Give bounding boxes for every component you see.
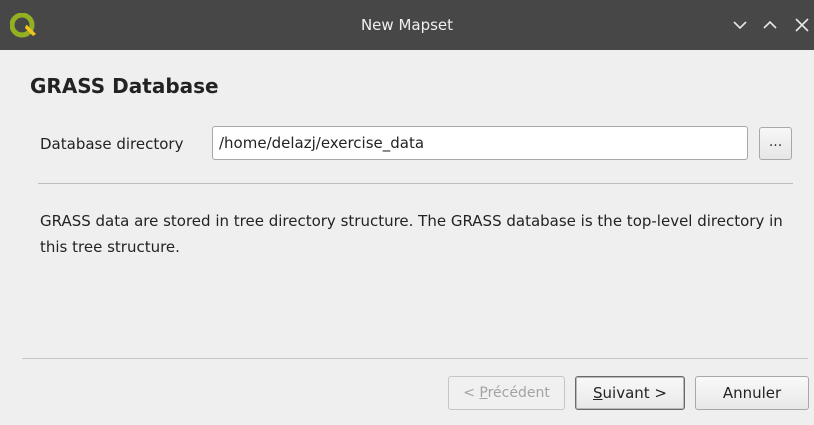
- title-bar: New Mapset: [0, 0, 814, 50]
- previous-button[interactable]: < Précédent: [448, 376, 565, 410]
- previous-mnemonic: P: [479, 385, 488, 401]
- divider: [22, 358, 808, 359]
- cancel-button[interactable]: Annuler: [695, 376, 809, 410]
- previous-prefix: <: [463, 385, 480, 401]
- next-label: uivant >: [602, 384, 667, 402]
- database-directory-label: Database directory: [40, 135, 184, 153]
- database-directory-input[interactable]: [212, 126, 748, 160]
- chevron-up-icon[interactable]: [760, 15, 780, 35]
- close-icon[interactable]: [792, 15, 812, 35]
- description-text: GRASS data are stored in tree directory …: [40, 212, 783, 256]
- window-title: New Mapset: [360, 16, 454, 34]
- chevron-down-icon[interactable]: [730, 15, 750, 35]
- page-title: GRASS Database: [30, 74, 219, 98]
- next-button[interactable]: Suivant >: [575, 376, 685, 410]
- browse-button[interactable]: ...: [759, 127, 792, 160]
- previous-label: récédent: [487, 385, 550, 401]
- next-mnemonic: S: [593, 384, 603, 402]
- divider: [38, 183, 793, 184]
